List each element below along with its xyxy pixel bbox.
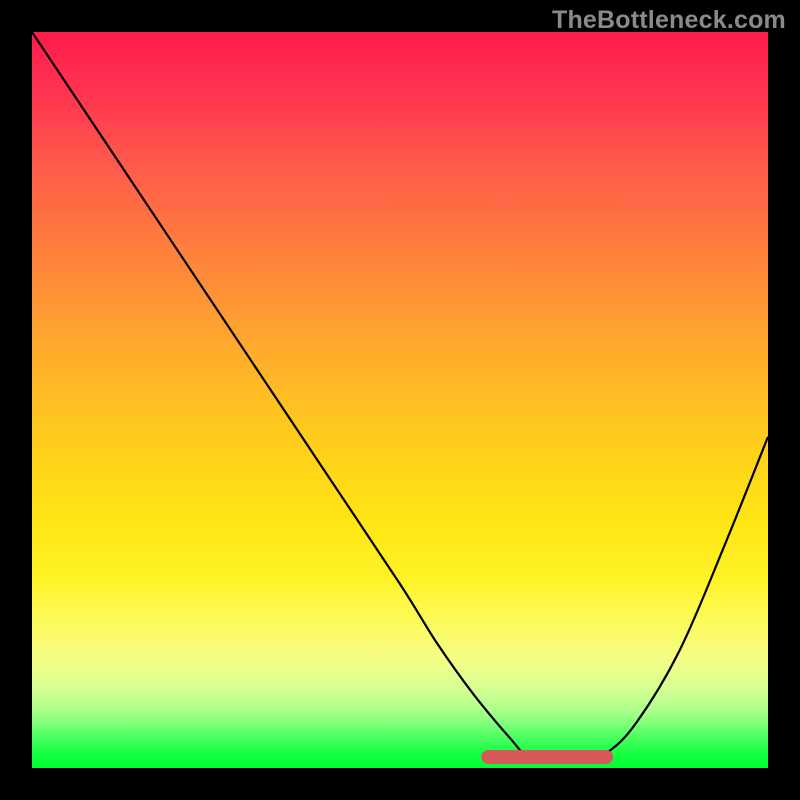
bottleneck-gradient (32, 32, 768, 768)
chart-frame: TheBottleneck.com (0, 0, 800, 800)
plot-area (32, 32, 768, 768)
watermark-label: TheBottleneck.com (552, 6, 786, 35)
